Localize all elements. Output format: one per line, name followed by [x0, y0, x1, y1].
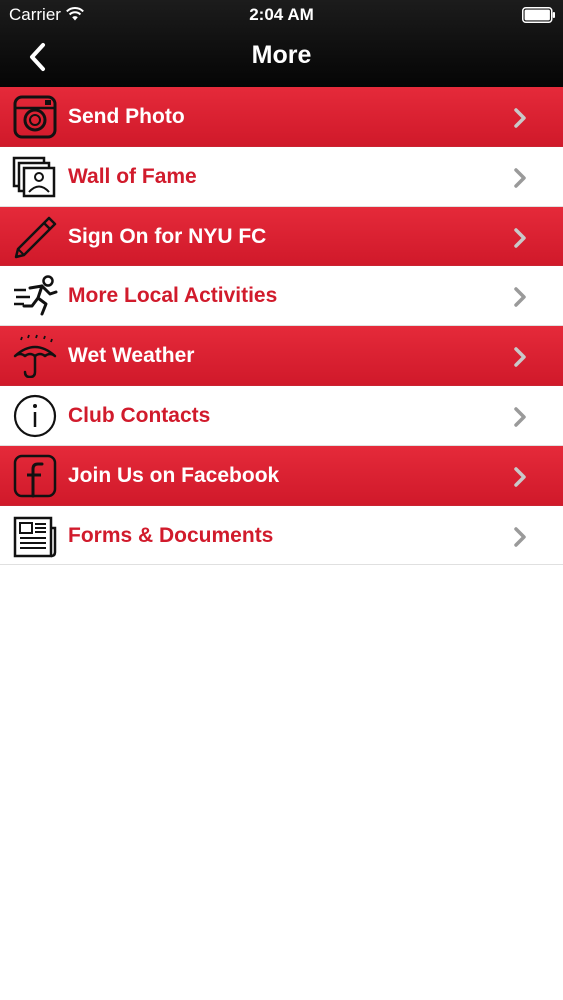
- chevron-right-icon: [514, 526, 526, 547]
- menu-item-facebook[interactable]: Join Us on Facebook: [0, 445, 563, 506]
- newspaper-icon: [13, 516, 57, 557]
- menu-item-label: Send Photo: [68, 105, 185, 128]
- menu-item-wall-of-fame[interactable]: Wall of Fame: [0, 146, 563, 207]
- menu-item-label: Wall of Fame: [68, 164, 197, 188]
- chevron-right-icon: [514, 287, 526, 308]
- menu-item-label: Club Contacts: [68, 403, 211, 427]
- umbrella-icon: [13, 334, 57, 379]
- facebook-icon: [13, 454, 57, 498]
- menu-item-forms-documents[interactable]: Forms & Documents: [0, 505, 563, 566]
- photos-icon: [12, 156, 56, 198]
- camera-icon: [13, 95, 57, 139]
- menu-item-label: Join Us on Facebook: [68, 463, 280, 487]
- chevron-right-icon: [514, 467, 526, 487]
- menu-item-club-contacts[interactable]: Club Contacts: [0, 385, 563, 446]
- menu-list: Send Photo Wall of Fame Sign On for NYU …: [0, 87, 563, 566]
- navigation-bar: More: [0, 30, 563, 87]
- chevron-right-icon: [514, 227, 526, 248]
- menu-item-send-photo[interactable]: Send Photo: [0, 87, 563, 147]
- menu-item-label: Sign On for NYU FC: [68, 224, 267, 248]
- status-bar: Carrier 2:04 AM: [0, 0, 563, 30]
- menu-item-label: Forms & Documents: [68, 523, 274, 547]
- menu-item-label: Wet Weather: [68, 344, 195, 368]
- menu-item-label: More Local Activities: [68, 284, 278, 308]
- menu-item-wet-weather[interactable]: Wet Weather: [0, 326, 563, 386]
- chevron-right-icon: [514, 168, 526, 188]
- chevron-right-icon: [514, 407, 526, 427]
- running-person-icon: [14, 275, 58, 316]
- pencil-icon: [14, 216, 57, 258]
- menu-item-local-activities[interactable]: More Local Activities: [0, 266, 563, 327]
- battery-icon: [522, 7, 555, 23]
- info-icon: [13, 394, 57, 438]
- chevron-right-icon: [514, 347, 526, 367]
- status-time: 2:04 AM: [249, 5, 314, 24]
- page-title: More: [251, 41, 312, 69]
- menu-item-sign-on[interactable]: Sign On for NYU FC: [0, 206, 563, 267]
- app-header: Carrier 2:04 AM More: [0, 0, 563, 87]
- chevron-right-icon: [514, 108, 526, 128]
